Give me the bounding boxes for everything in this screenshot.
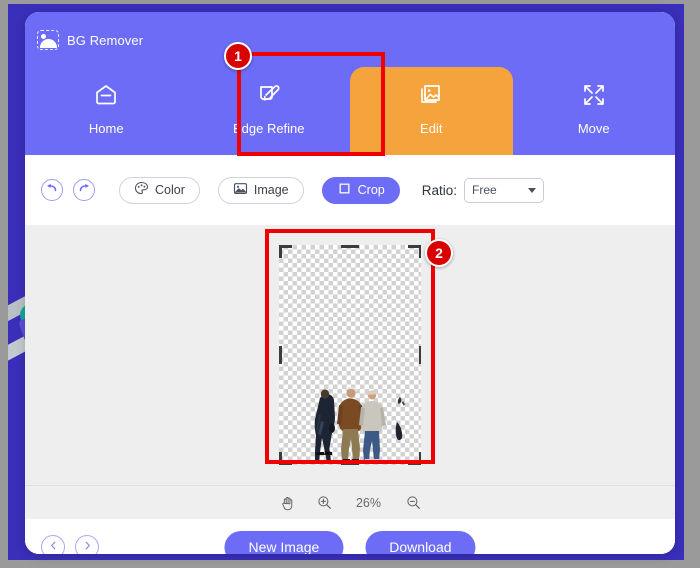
hand-tool-icon[interactable]	[280, 495, 295, 511]
app-footer: New Image Download	[25, 519, 675, 554]
redo-icon	[77, 181, 91, 200]
color-button[interactable]: Color	[119, 176, 200, 204]
crop-button-label: Crop	[357, 183, 385, 197]
tab-move[interactable]: Move	[513, 67, 676, 155]
brand: BG Remover	[37, 30, 143, 50]
image-placeholder-icon	[37, 30, 59, 50]
picture-icon	[233, 181, 248, 199]
bg-remover-window: BG Remover Home Edge Refine Edit Move Co…	[25, 12, 675, 554]
tab-move-label: Move	[577, 121, 610, 136]
canvas-area[interactable]	[25, 225, 675, 485]
palette-icon	[134, 181, 149, 199]
tab-home-label: Home	[88, 121, 124, 136]
crop-selection[interactable]	[279, 245, 421, 465]
app-header: BG Remover Home Edge Refine Edit Move	[25, 12, 675, 155]
main-nav-tabs: Home Edge Refine Edit Move	[25, 67, 675, 155]
annotation-badge-1: 1	[224, 42, 252, 70]
chevron-left-icon	[48, 538, 59, 554]
chevron-right-icon	[82, 538, 93, 554]
crop-button[interactable]: Crop	[321, 176, 400, 204]
edit-image-icon	[415, 79, 447, 111]
redo-button[interactable]	[73, 179, 95, 201]
tab-edge-refine-label: Edge Refine	[232, 121, 305, 136]
zoom-out-icon[interactable]	[406, 495, 421, 510]
footer-actions: New Image Download	[224, 530, 476, 554]
subject-cutout	[314, 387, 405, 464]
zoom-in-icon[interactable]	[317, 495, 332, 510]
edit-toolbar: Color Image Crop Ratio: Free	[25, 155, 675, 225]
tab-home[interactable]: Home	[25, 67, 188, 155]
ratio-group: Ratio: Free	[421, 177, 544, 203]
undo-icon	[45, 181, 59, 200]
ratio-select[interactable]: Free	[464, 177, 544, 203]
editor-body: Color Image Crop Ratio: Free 26% New Ima…	[25, 155, 675, 554]
tab-edit[interactable]: Edit	[350, 67, 513, 155]
next-button[interactable]	[75, 535, 99, 554]
desktop-screen: BG Remover Home Edge Refine Edit Move Co…	[0, 0, 700, 568]
ratio-select-value: Free	[472, 183, 497, 197]
color-button-label: Color	[155, 183, 185, 197]
zoom-level-value: 26%	[355, 495, 382, 510]
brand-title: BG Remover	[67, 32, 144, 48]
previous-button[interactable]	[41, 535, 65, 554]
move-icon	[578, 79, 610, 111]
annotation-badge-2: 2	[425, 239, 453, 267]
image-button-label: Image	[253, 183, 289, 197]
tab-edge-refine[interactable]: Edge Refine	[188, 67, 351, 155]
ratio-label: Ratio:	[421, 182, 457, 198]
chevron-down-icon	[528, 187, 536, 193]
crop-frame-icon	[337, 181, 352, 199]
undo-button[interactable]	[41, 179, 63, 201]
tab-edit-label: Edit	[420, 121, 443, 136]
new-image-button[interactable]: New Image	[224, 530, 344, 554]
home-icon	[90, 79, 122, 111]
zoom-bar: 26%	[25, 485, 675, 519]
image-button[interactable]: Image	[217, 176, 304, 204]
edge-refine-icon	[253, 79, 285, 111]
download-button[interactable]: Download	[365, 530, 476, 554]
